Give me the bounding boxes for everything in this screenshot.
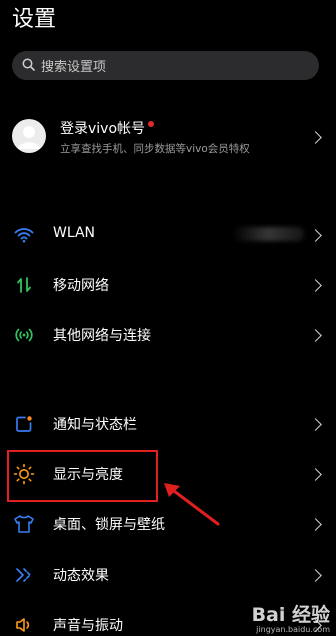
wifi-icon — [13, 224, 35, 246]
settings-item-notifications[interactable]: 通知与状态栏 — [0, 399, 336, 449]
notification-icon — [13, 413, 35, 435]
search-placeholder: 搜索设置项 — [41, 60, 107, 75]
chevron-right-icon — [309, 329, 322, 342]
settings-item-label: 动态效果 — [53, 568, 109, 584]
settings-item-label: 移动网络 — [53, 278, 109, 294]
notification-dot — [148, 121, 155, 127]
chevron-right-icon — [309, 418, 322, 431]
account-name: 登录vivo帐号 — [60, 121, 146, 137]
wallpaper-icon — [13, 513, 35, 535]
connection-icon — [13, 324, 35, 346]
avatar — [12, 119, 46, 153]
settings-item-label: WLAN — [53, 225, 96, 241]
page-title: 设置 — [12, 7, 57, 32]
wlan-value-obscured — [232, 227, 304, 241]
watermark-url: jingyan.baidu.com — [256, 625, 330, 634]
search-bar[interactable]: 搜索设置项 — [12, 51, 319, 80]
pointer-arrow-icon — [164, 483, 220, 526]
chevron-right-icon — [309, 229, 322, 242]
settings-screen: 设置 搜索设置项 登录vivo帐号 立享查找手机、同步数据等vivo会员特权 W… — [0, 0, 336, 636]
chevron-right-icon — [309, 279, 322, 292]
settings-item-label: 桌面、锁屏与壁纸 — [53, 517, 165, 533]
watermark: Bai 经验 jingyan.baidu.com — [252, 600, 330, 634]
chevron-right-icon — [309, 131, 322, 144]
chevron-right-icon — [309, 468, 322, 481]
highlight-box — [7, 450, 158, 502]
mobile-network-icon — [13, 274, 35, 296]
settings-item-label: 其他网络与连接 — [53, 328, 151, 344]
settings-item-wlan[interactable]: WLAN — [0, 210, 336, 260]
account-subtitle: 立享查找手机、同步数据等vivo会员特权 — [60, 143, 250, 155]
chevron-right-icon — [309, 569, 322, 582]
settings-item-label: 声音与振动 — [53, 618, 123, 634]
search-icon — [22, 56, 35, 75]
account-login-row[interactable]: 登录vivo帐号 立享查找手机、同步数据等vivo会员特权 — [0, 112, 336, 162]
settings-item-label: 通知与状态栏 — [53, 417, 137, 433]
watermark-logo: Bai 经验 — [251, 604, 330, 626]
sound-icon — [13, 614, 35, 636]
settings-item-other-connections[interactable]: 其他网络与连接 — [0, 310, 336, 360]
settings-item-mobile-network[interactable]: 移动网络 — [0, 260, 336, 310]
account-title: 登录vivo帐号 — [60, 118, 155, 138]
chevron-right-icon — [309, 518, 322, 531]
settings-item-animation[interactable]: 动态效果 — [0, 550, 336, 600]
animation-icon — [13, 564, 35, 586]
